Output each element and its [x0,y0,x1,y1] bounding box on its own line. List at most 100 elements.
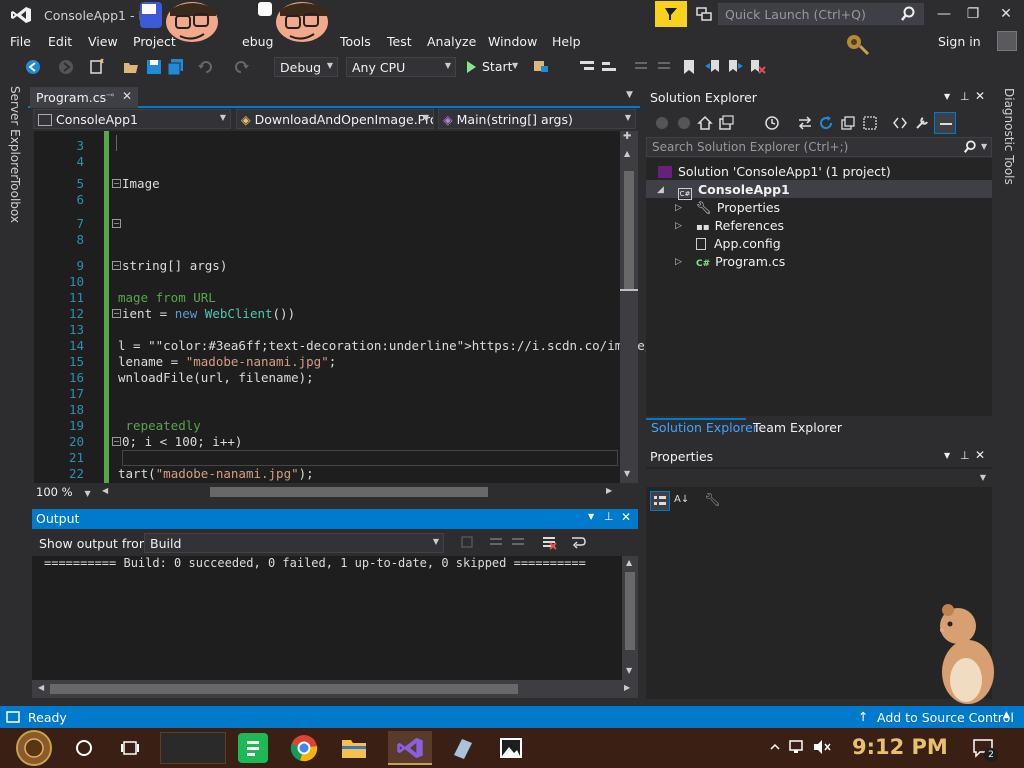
step-into-icon[interactable] [578,58,596,76]
browse-with-icon[interactable] [532,58,550,76]
collapsed-triangle-icon[interactable]: ▷ [675,221,682,231]
search-icon[interactable] [900,6,916,22]
next-bookmark-icon[interactable] [726,58,744,76]
close-panel-icon[interactable]: ✕ [975,89,985,103]
server-explorer-tab[interactable]: Server Explorer [8,86,22,179]
output-vertical-scrollbar[interactable]: ▲ ▼ [622,556,638,680]
menu-analyze[interactable]: Analyze [427,34,476,49]
window-position-dropdown-icon[interactable]: ▼ [588,512,594,521]
previous-message-icon[interactable] [488,534,504,550]
pin-icon[interactable]: ⊥ [960,90,970,103]
scroll-thumb[interactable] [624,171,634,291]
solution-node[interactable]: Solution 'ConsoleApp1' (1 project) [658,164,891,179]
show-hidden-icons-icon[interactable] [770,742,780,752]
quick-launch-input[interactable]: Quick Launch (Ctrl+Q) [718,3,924,25]
file-explorer-icon[interactable] [340,735,368,761]
scroll-thumb[interactable] [625,572,635,650]
sync-with-active-document-icon[interactable] [797,115,813,131]
window-position-dropdown-icon[interactable]: ▼ [944,92,950,101]
save-all-icon[interactable] [167,58,185,76]
chevron-down-icon[interactable]: ▼ [981,142,987,151]
editor-vertical-scrollbar[interactable]: ✚ ▲ ▼ [620,131,638,483]
view-code-icon[interactable] [892,115,908,131]
visual-studio-taskbar-icon[interactable] [396,735,424,761]
solution-platform-dropdown[interactable]: Any CPU ▼ [346,57,456,77]
next-message-icon[interactable] [510,534,526,550]
menu-help[interactable]: Help [552,34,581,49]
scroll-left-icon[interactable]: ◀ [38,683,44,692]
menu-file[interactable]: File [10,34,31,49]
find-message-icon[interactable] [460,534,476,550]
comment-lines-icon[interactable] [632,58,650,76]
search-icon[interactable] [963,140,977,154]
scroll-up-icon[interactable]: ▲ [624,149,630,158]
pin-icon[interactable]: ⊥ [960,449,970,462]
back-icon[interactable] [654,115,670,131]
scroll-right-icon[interactable]: ▶ [606,486,612,495]
tree-item-app-config[interactable]: App.config [696,236,781,251]
collapse-region-icon[interactable]: − [112,179,121,188]
previous-bookmark-icon[interactable] [704,58,722,76]
collapse-region-icon[interactable]: − [112,261,121,270]
tree-item-program-cs[interactable]: C# Program.cs [696,254,785,269]
tab-overflow-icon[interactable]: ▼ [626,90,633,100]
collapse-all-icon[interactable] [840,115,856,131]
redo-icon[interactable] [232,58,250,76]
output-horizontal-scrollbar[interactable]: ◀ ▶ [32,680,638,698]
show-all-files-icon[interactable] [862,115,878,131]
switch-views-icon[interactable] [718,115,734,131]
restore-button[interactable]: ❐ [959,4,987,24]
tab-solution-explorer[interactable]: Solution Explorer [651,420,758,435]
open-folder-icon[interactable] [122,58,140,76]
add-to-source-control-button[interactable]: Add to Source Control [877,710,1014,725]
close-tab-icon[interactable]: ✕ [122,89,132,103]
taskbar-clock[interactable]: 9:12 PM [852,735,948,759]
close-button[interactable]: ✕ [992,4,1020,24]
home-icon[interactable] [697,115,713,131]
class-nav-dropdown[interactable]: ◈ DownloadAndOpenImage.Prog ▼ [236,109,434,129]
horizontal-scroll-thumb[interactable] [210,487,488,497]
clear-all-icon[interactable] [541,534,557,550]
undo-icon[interactable] [197,58,215,76]
collapse-region-icon[interactable]: − [112,309,121,318]
expanded-triangle-icon[interactable]: ◢ [657,185,664,195]
diagnostic-tools-tab[interactable]: Diagnostic Tools [1002,88,1016,185]
photos-app-icon[interactable] [498,735,524,761]
refresh-icon[interactable] [818,115,834,131]
close-panel-icon[interactable]: ✕ [621,510,631,524]
menu-window[interactable]: Window [488,34,537,49]
scroll-up-icon[interactable]: ▲ [626,558,632,567]
toggle-word-wrap-icon[interactable] [570,534,586,550]
tree-item-properties[interactable]: 🔧︎ Properties [696,200,780,216]
property-pages-wrench-icon[interactable]: 🔧︎ [704,493,721,508]
network-icon[interactable] [788,738,806,756]
chevron-up-icon[interactable]: ▲ [1003,710,1010,720]
solution-configuration-dropdown[interactable]: Debug ▼ [274,57,338,77]
preview-selected-items-button[interactable] [934,112,956,134]
output-source-dropdown[interactable]: Build ▼ [144,533,444,553]
menu-test[interactable]: Test [387,34,412,49]
new-project-icon[interactable] [88,58,106,76]
document-tab-program-cs[interactable]: Program.cs ⊸ ✕ [30,87,138,108]
tab-team-explorer[interactable]: Team Explorer [753,420,842,435]
notification-flag-icon[interactable] [655,1,687,27]
step-over-icon[interactable] [600,58,618,76]
collapse-region-icon[interactable]: − [112,219,121,228]
toolbox-tab[interactable]: Toolbox [8,178,22,223]
close-panel-icon[interactable]: ✕ [975,448,985,462]
alphabetical-sort-icon[interactable]: A↓ [674,494,689,505]
menu-view[interactable]: View [88,34,118,49]
project-nav-dropdown[interactable]: ConsoleApp1 ▼ [33,109,231,129]
project-node-consoleapp1[interactable]: C# ConsoleApp1 [678,182,790,200]
collapsed-triangle-icon[interactable]: ▷ [675,257,682,267]
collapsed-triangle-icon[interactable]: ▷ [675,203,682,213]
forward-icon[interactable] [676,115,692,131]
navigate-back-icon[interactable] [24,58,42,76]
start-debugging-button[interactable]: Start ▼ [462,57,524,77]
scroll-right-icon[interactable]: ▶ [624,683,630,692]
window-position-dropdown-icon[interactable]: ▼ [944,451,950,460]
pin-icon[interactable]: ⊥ [604,510,614,523]
feedback-icon[interactable] [695,5,713,23]
chrome-icon[interactable] [290,734,318,762]
account-avatar-icon[interactable] [997,31,1017,51]
